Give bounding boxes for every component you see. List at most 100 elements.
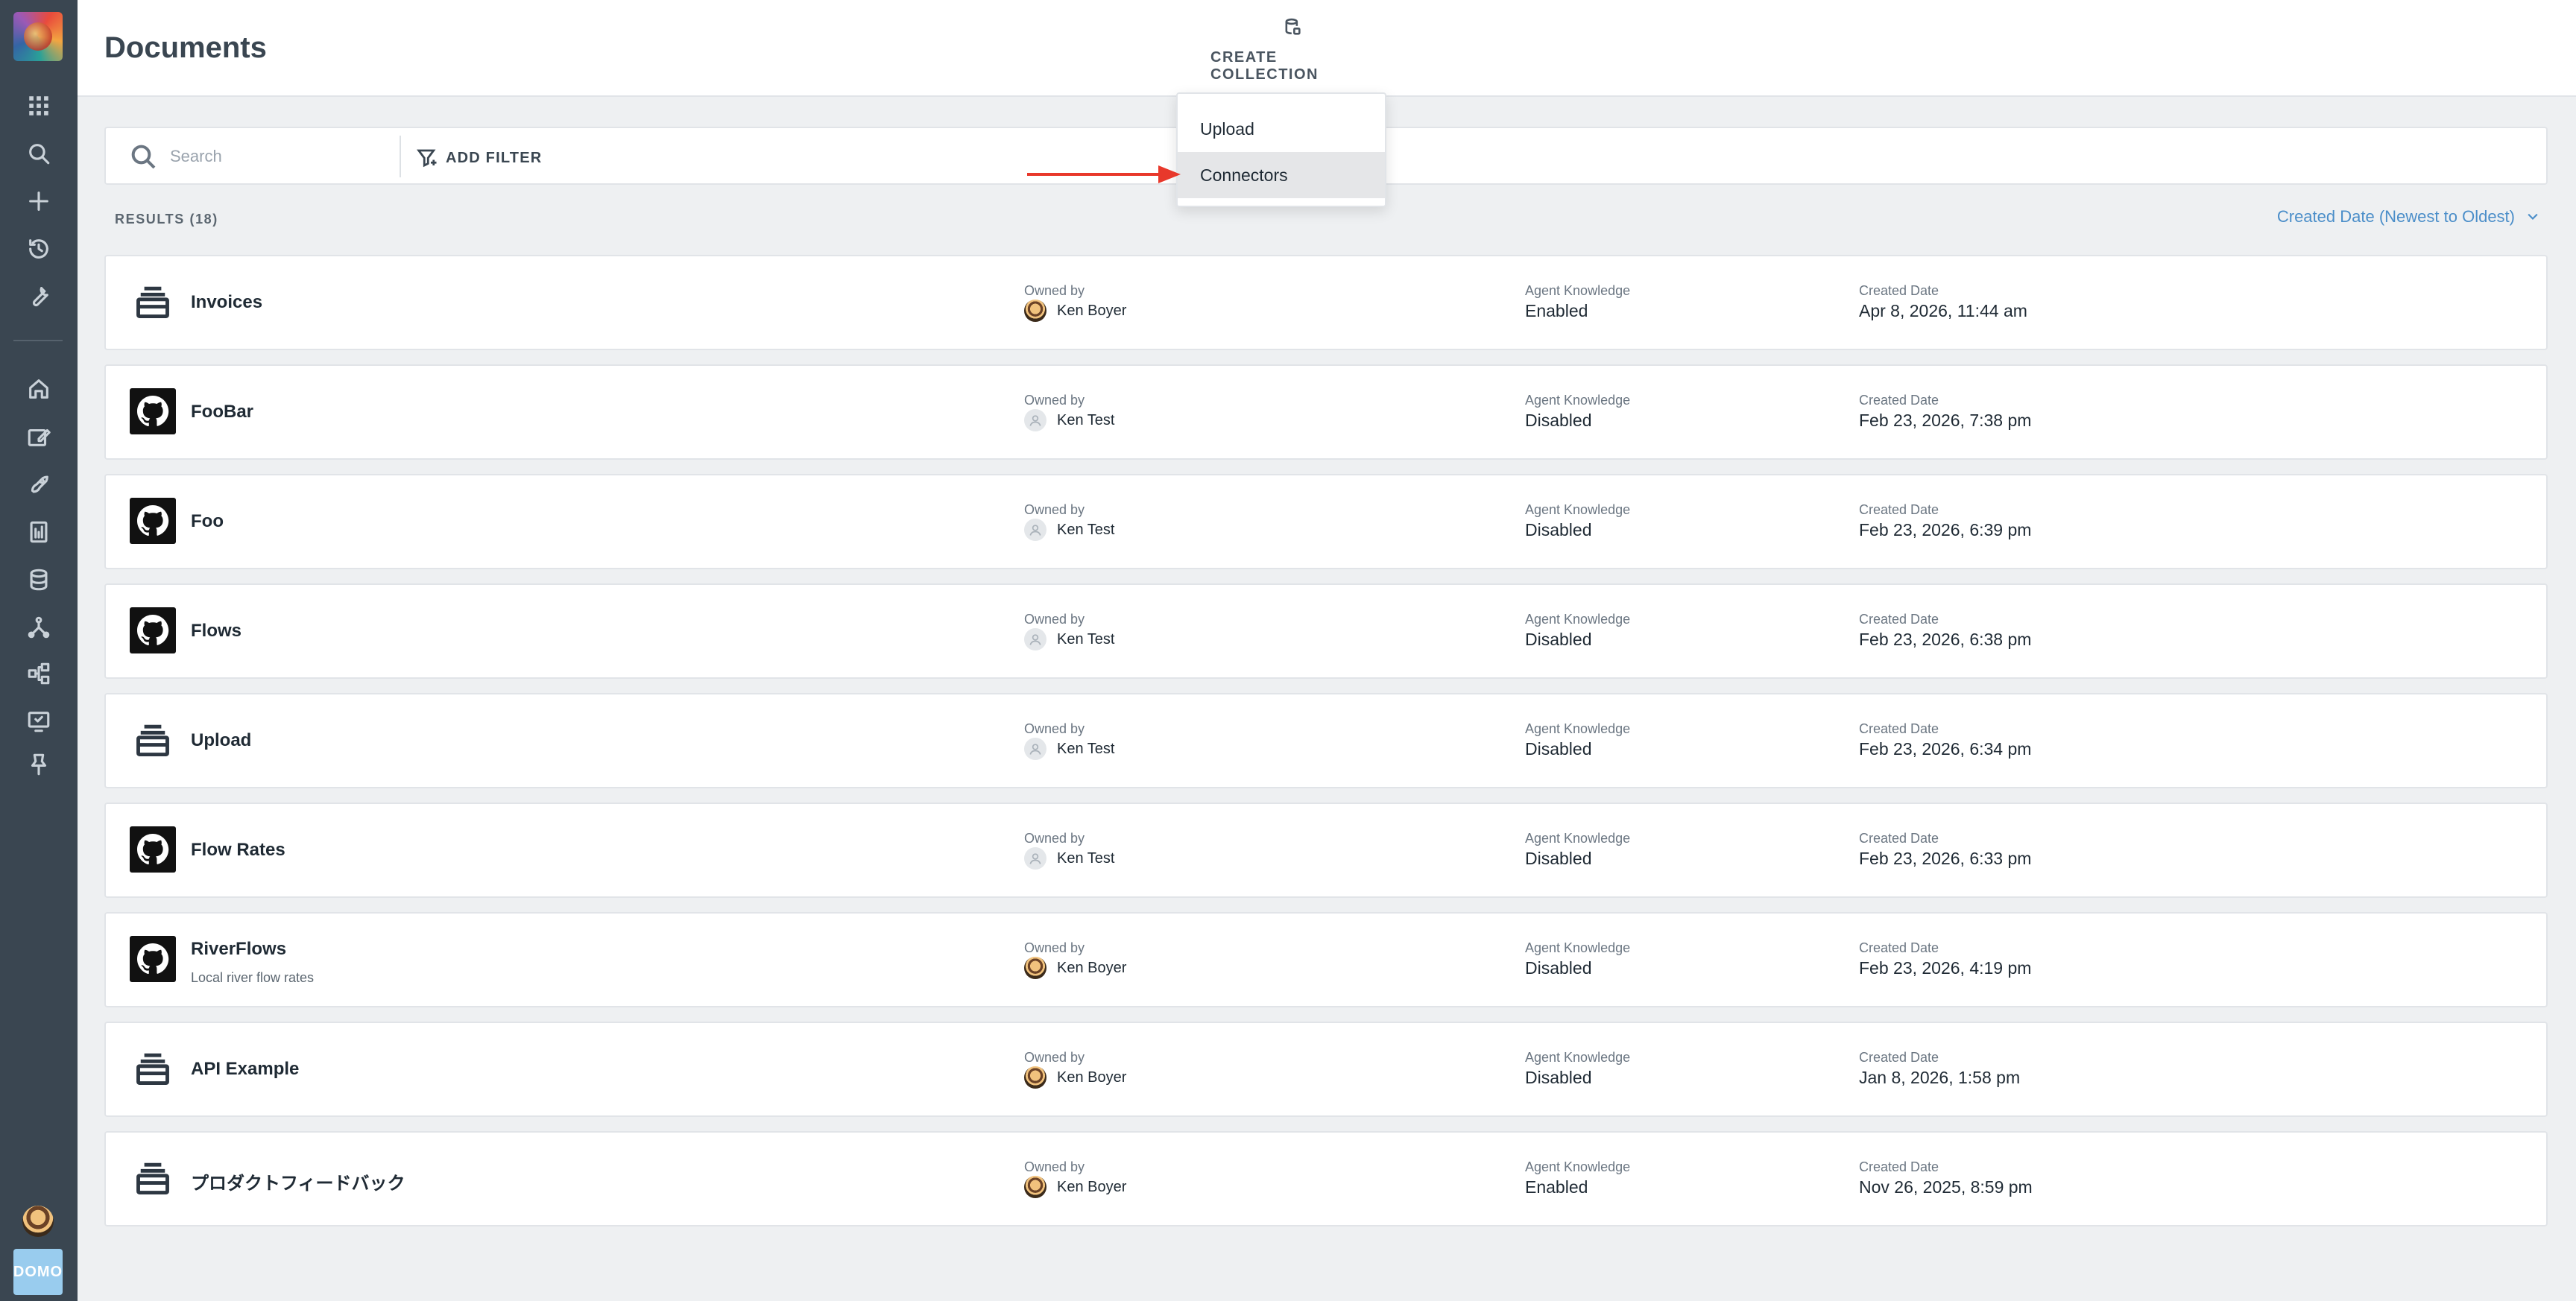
owner-name: Ken Test [1057,411,1115,428]
table-row[interactable]: プロダクトフィードバック Owned by Ken Boyer Agent Knowl… [104,1131,2548,1226]
row-name[interactable]: RiverFlows [191,939,286,960]
owner: Ken Test [1024,847,1114,870]
github-icon [130,388,176,434]
home-icon[interactable] [19,370,58,408]
owner: Ken Boyer [1024,1176,1126,1198]
avatar [1024,409,1046,431]
owner-label: Owned by [1024,831,1085,846]
dataflow-icon[interactable] [19,608,58,647]
created-date-label: Created Date [1859,393,1939,408]
created-date-label: Created Date [1859,831,1939,846]
page-header: Documents CREATE COLLECTION [78,0,2576,97]
created-date-value: Feb 23, 2026, 6:34 pm [1859,739,2032,759]
table-row[interactable]: API Example Owned by Ken Boyer Agent Knowle… [104,1022,2548,1117]
created-date-value: Feb 23, 2026, 7:38 pm [1859,411,2032,430]
agent-knowledge-label: Agent Knowledge [1525,502,1631,517]
table-row[interactable]: Foo Owned by Ken Test Agent Knowledge Disabl… [104,474,2548,569]
rocket-icon[interactable] [19,465,58,504]
domo-logo[interactable]: DOMO [13,1249,63,1295]
owner-name: Ken Boyer [1057,1069,1127,1086]
row-name[interactable]: プロダクトフィードバック [191,1168,405,1194]
agent-knowledge-value: Enabled [1525,301,1588,320]
user-avatar[interactable] [22,1206,54,1237]
pin-icon[interactable] [19,745,58,784]
annotation-arrow [1027,165,1181,183]
add-filter-button[interactable]: ADD FILTER [416,143,542,173]
created-date-value: Feb 23, 2026, 6:33 pm [1859,849,2032,868]
owner-label: Owned by [1024,940,1085,955]
created-date-label: Created Date [1859,1050,1939,1065]
add-filter-label: ADD FILTER [446,149,543,166]
owner-name: Ken Test [1057,630,1115,648]
page-title: Documents [104,31,267,64]
created-date-label: Created Date [1859,1159,1939,1174]
owner: Ken Test [1024,628,1114,650]
agent-knowledge-label: Agent Knowledge [1525,612,1631,627]
history-icon[interactable] [19,230,58,268]
agent-knowledge-label: Agent Knowledge [1525,393,1631,408]
apps-grid-icon[interactable] [19,86,58,125]
row-name[interactable]: Invoices [191,292,262,313]
avatar [1024,1066,1046,1089]
stack-icon [130,279,176,325]
owner-label: Owned by [1024,721,1085,736]
owner-label: Owned by [1024,502,1085,517]
stack-icon [130,1045,176,1092]
avatar [1024,519,1046,541]
stack-icon [130,1155,176,1201]
edit-card-icon[interactable] [19,417,58,456]
row-name[interactable]: Flow Rates [191,840,285,861]
avatar [1024,847,1046,870]
table-row[interactable]: Flow Rates Owned by Ken Test Agent Knowledg… [104,803,2548,898]
agent-knowledge-label: Agent Knowledge [1525,1050,1631,1065]
table-row[interactable]: RiverFlows Local river flow rates Owned by… [104,912,2548,1007]
table-row[interactable]: FooBar Owned by Ken Test Agent Knowledge Dis… [104,364,2548,460]
created-date-value: Jan 8, 2026, 1:58 pm [1859,1068,2021,1087]
agent-knowledge-value: Disabled [1525,739,1592,759]
instance-logo[interactable] [13,12,63,61]
table-row[interactable]: Flows Owned by Ken Test Agent Knowledge Disa… [104,583,2548,679]
created-date-value: Feb 23, 2026, 6:38 pm [1859,630,2032,649]
create-collection-button[interactable]: CREATE COLLECTION [1210,16,1374,83]
owner-label: Owned by [1024,612,1085,627]
database-icon[interactable] [19,560,58,599]
owner-name: Ken Test [1057,740,1115,757]
created-date-label: Created Date [1859,940,1939,955]
agent-knowledge-value: Disabled [1525,849,1592,868]
avatar [1024,957,1046,979]
plus-icon[interactable] [19,182,58,221]
search-icon[interactable] [19,134,58,173]
table-row[interactable]: Upload Owned by Ken Test Agent Knowledge Dis… [104,693,2548,788]
row-name[interactable]: Flows [191,621,242,642]
created-date-value: Feb 23, 2026, 6:39 pm [1859,520,2032,539]
owner: Ken Test [1024,519,1114,541]
sort-dropdown[interactable]: Created Date (Newest to Oldest) [2277,207,2540,227]
report-icon[interactable] [19,513,58,551]
row-name[interactable]: Upload [191,730,251,751]
avatar [1024,1176,1046,1198]
workflow-icon[interactable] [19,654,58,693]
avatar [1024,300,1046,322]
monitor-icon[interactable] [19,702,58,741]
agent-knowledge-value: Disabled [1525,630,1592,649]
row-name[interactable]: API Example [191,1059,299,1080]
owner-label: Owned by [1024,1050,1085,1065]
avatar [1024,628,1046,650]
row-name[interactable]: Foo [191,511,224,532]
owner-label: Owned by [1024,1159,1085,1174]
sort-label: Created Date (Newest to Oldest) [2276,207,2515,226]
menu-item-connectors[interactable]: Connectors [1178,152,1385,198]
owner: Ken Boyer [1024,1066,1126,1089]
owner-label: Owned by [1024,393,1085,408]
agent-knowledge-label: Agent Knowledge [1525,283,1631,298]
search-input[interactable] [170,140,394,173]
created-date-label: Created Date [1859,502,1939,517]
owner-name: Ken Boyer [1057,959,1127,976]
table-row[interactable]: Invoices Owned by Ken Boyer Agent Knowledge… [104,255,2548,350]
row-name[interactable]: FooBar [191,402,253,422]
create-collection-menu: Upload Connectors [1176,92,1386,207]
wrench-icon[interactable] [19,277,58,316]
menu-item-upload[interactable]: Upload [1178,106,1385,152]
agent-knowledge-value: Disabled [1525,411,1592,430]
created-date-value: Apr 8, 2026, 11:44 am [1859,301,2027,320]
